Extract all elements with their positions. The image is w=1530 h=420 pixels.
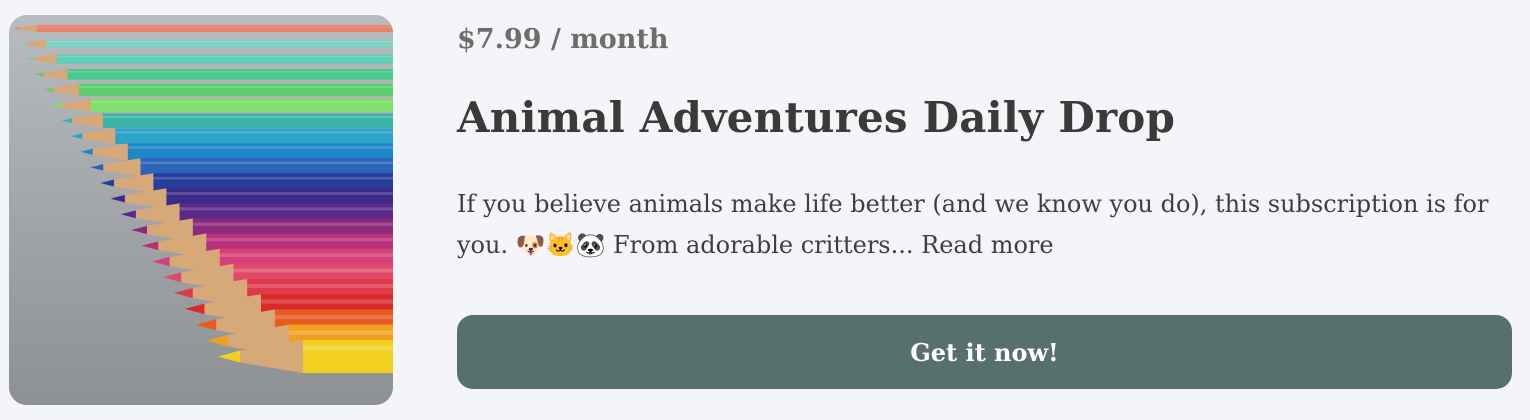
pencil [34,69,393,80]
product-image [9,15,393,405]
pencil [13,25,393,32]
pencil [43,83,393,96]
pencil [61,113,393,128]
read-more-link[interactable]: Read more [921,231,1053,259]
product-description: If you believe animals make life better … [457,184,1507,266]
get-it-now-button[interactable]: Get it now! [457,315,1512,389]
price-label: $7.99 / month [457,24,669,55]
pencil [52,98,393,112]
colored-pencils-illustration [9,15,393,405]
subscription-card: $7.99 / month Animal Adventures Daily Dr… [0,0,1530,420]
product-details: $7.99 / month Animal Adventures Daily Dr… [457,20,1512,266]
product-title: Animal Adventures Daily Drop [457,93,1176,142]
pencil [80,143,393,161]
pencil [19,39,393,48]
pencil [26,54,393,64]
pencil [70,128,393,145]
